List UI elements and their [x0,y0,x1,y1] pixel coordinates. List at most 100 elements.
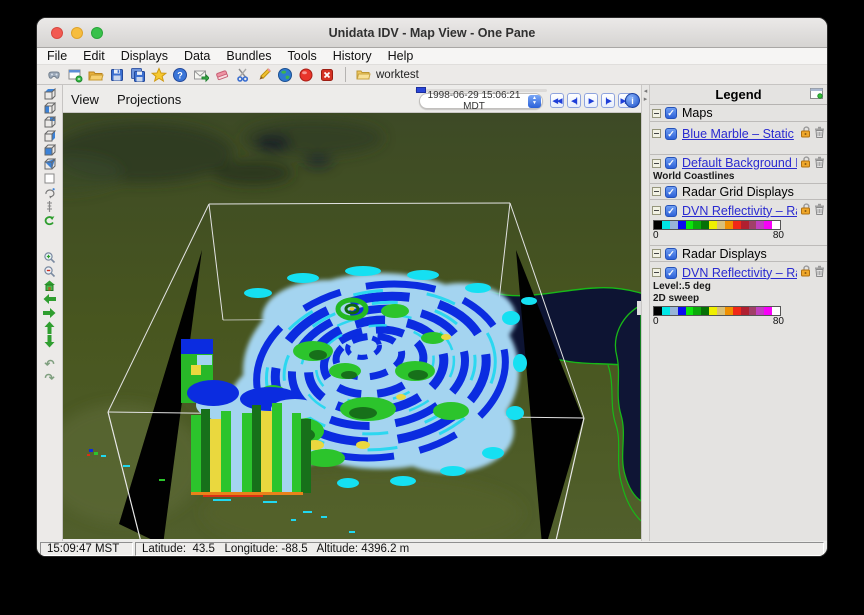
lock-icon[interactable] [799,156,812,171]
title-bar[interactable]: Unidata IDV - Map View - One Pane [37,18,827,48]
zoom-out-icon[interactable] [42,265,57,278]
cube-left-icon[interactable] [42,102,57,115]
reset-rotation-icon[interactable] [42,214,57,227]
cut-scissors-icon[interactable] [234,67,251,83]
cube-back-icon[interactable] [42,116,57,129]
globe-icon[interactable] [276,67,293,83]
zoom-in-icon[interactable] [42,251,57,264]
collapse-icon[interactable] [652,249,661,258]
collapse-icon[interactable] [652,268,661,277]
play-button[interactable]: ▶ [584,93,598,108]
blue-marble-link[interactable]: Blue Marble – Static [682,127,797,141]
menu-file[interactable]: File [47,49,67,63]
collapse-icon[interactable] [652,206,661,215]
lock-icon[interactable] [799,126,812,141]
trash-icon[interactable] [814,126,825,141]
time-value: 1998-06-29 15:06:21 MDT [420,90,528,112]
lock-icon[interactable] [799,265,812,280]
bookmark-label: worktest [376,69,419,81]
legend-group-radar: ✓ Radar Displays [650,245,827,262]
collapse-icon[interactable] [652,159,661,168]
blue-marble-checkbox[interactable]: ✓ [665,128,677,140]
time-stepper[interactable]: ▲▼ [528,95,541,108]
colorbar-max: 80 [773,230,784,241]
trash-icon[interactable] [814,265,825,280]
menu-edit[interactable]: Edit [83,49,105,63]
dashboard-icon[interactable] [45,67,62,83]
status-position: Latitude: 43.5 Longitude: -88.5 Altitude… [135,542,824,556]
legend-title: Legend [715,87,761,102]
open-folder-icon[interactable] [87,67,104,83]
home-view-icon[interactable] [42,279,57,292]
menu-bundles[interactable]: Bundles [226,49,271,63]
cube-front-icon[interactable] [42,144,57,157]
dvn-radar-checkbox[interactable]: ✓ [665,267,677,279]
menu-data[interactable]: Data [184,49,210,63]
step-back-button[interactable]: ◀| [567,93,581,108]
help-icon[interactable]: ? [171,67,188,83]
radar-grid-group-label: Radar Grid Displays [682,185,825,199]
reflectivity-colorbar-2 [653,306,781,316]
support-mail-icon[interactable] [192,67,209,83]
colorbar-min: 0 [653,230,659,241]
main-toolbar: ? worktest [37,65,827,85]
pan-down-icon[interactable] [42,335,57,348]
split-collapse-arrows[interactable]: ◂▸ [642,88,649,104]
sweep-label: 2D sweep [653,293,827,304]
pan-left-icon[interactable] [42,293,57,306]
trash-icon[interactable] [814,203,825,218]
collapse-icon[interactable] [652,109,661,118]
rotate-icon[interactable] [42,186,57,199]
dvn-radar-link[interactable]: DVN Reflectivity – Rada... [682,266,797,280]
background-maps-checkbox[interactable]: ✓ [665,157,677,169]
favorite-star-icon[interactable] [150,67,167,83]
new-window-icon[interactable] [66,67,83,83]
vertical-scale-icon[interactable] [42,200,57,213]
radar-checkbox[interactable]: ✓ [665,248,677,260]
save-as-icon[interactable] [129,67,146,83]
menu-help[interactable]: Help [388,49,414,63]
menu-displays[interactable]: Displays [121,49,168,63]
pan-up-icon[interactable] [42,321,57,334]
collapse-icon[interactable] [652,187,661,196]
map-3d-view[interactable] [63,113,641,539]
cube-side-icon[interactable] [42,158,57,171]
animation-properties-button[interactable]: i [625,93,640,108]
idv-window: Unidata IDV - Map View - One Pane File E… [36,17,828,557]
record-icon[interactable] [297,67,314,83]
go-first-button[interactable]: ◀◀ [550,93,564,108]
background-maps-link[interactable]: Default Background Maps [682,156,797,170]
dvn-grid-link[interactable]: DVN Reflectivity – Rada... [682,204,797,218]
collapse-icon[interactable] [652,129,661,138]
split-pane-divider[interactable]: ◂▸ [641,85,650,541]
projections-menu[interactable]: Projections [117,92,181,107]
dvn-grid-checkbox[interactable]: ✓ [665,205,677,217]
time-combobox[interactable]: 1998-06-29 15:06:21 MDT ▲▼ [419,93,543,109]
view-menu[interactable]: View [71,92,99,107]
radar-grid-checkbox[interactable]: ✓ [665,186,677,198]
lock-icon[interactable] [799,203,812,218]
menu-tools[interactable]: Tools [288,49,317,63]
colorbar-range-2: 0 80 [653,316,784,327]
eraser-icon[interactable] [213,67,230,83]
cube-top-icon[interactable] [42,88,57,101]
menu-history[interactable]: History [333,49,372,63]
status-clock: 15:09:47 MST [40,542,133,556]
perspective-box-icon[interactable] [42,172,57,185]
float-legend-icon[interactable] [810,88,823,102]
maps-group-label: Maps [682,106,825,120]
legend-item-dvn-grid: ✓ DVN Reflectivity – Rada... [650,202,827,219]
undo-icon[interactable]: ↶ [42,358,57,371]
pan-right-icon[interactable] [42,307,57,320]
redo-icon[interactable]: ↷ [42,372,57,385]
trash-icon[interactable] [814,156,825,171]
status-bar: 15:09:47 MST Latitude: 43.5 Longitude: -… [37,541,827,557]
delete-icon[interactable] [318,67,335,83]
bookmark-worktest[interactable]: worktest [356,68,419,81]
edit-pencil-icon[interactable] [255,67,272,83]
step-forward-button[interactable]: |▶ [601,93,615,108]
save-icon[interactable] [108,67,125,83]
window-title: Unidata IDV - Map View - One Pane [37,26,827,40]
cube-right-icon[interactable] [42,130,57,143]
maps-checkbox[interactable]: ✓ [665,107,677,119]
